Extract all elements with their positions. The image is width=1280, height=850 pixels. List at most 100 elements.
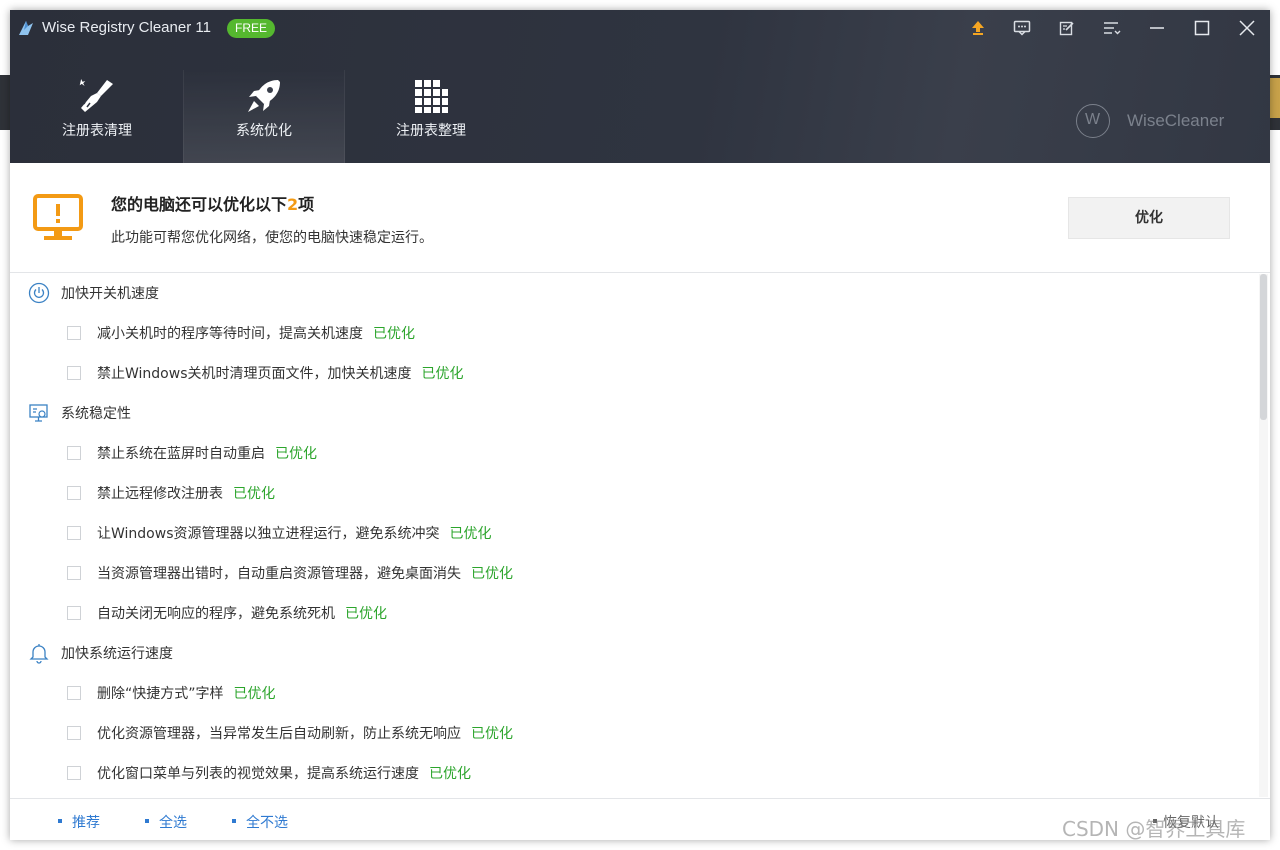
status-optimized: 已优化 (449, 526, 492, 542)
wisecleaner-brand: W WiseCleaner (1076, 102, 1236, 140)
item-text: 禁止系统在蓝屏时自动重启 已优化 (97, 443, 317, 463)
item-text: 让Windows资源管理器以独立进程运行，避免系统冲突 已优化 (97, 523, 492, 543)
status-optimized: 已优化 (471, 726, 513, 742)
item-label: 删除“快捷方式”字样 (97, 686, 224, 702)
recommend-link[interactable]: 推荐 (58, 812, 100, 832)
list-item[interactable]: 禁止远程修改注册表 已优化 (10, 473, 1250, 513)
status-optimized: 已优化 (345, 606, 387, 622)
optimization-list: 加快开关机速度 减小关机时的程序等待时间，提高关机速度 已优化 禁止Windows… (10, 273, 1258, 797)
item-text: 删除“快捷方式”字样 已优化 (97, 683, 276, 703)
item-text: 禁止远程修改注册表 已优化 (97, 483, 275, 503)
category-label: 加快系统运行速度 (61, 646, 173, 662)
list-scrollbar[interactable] (1259, 274, 1268, 797)
app-window: Wise Registry Cleaner 11 FREE 注册表清理 系统优化… (10, 10, 1270, 840)
item-label: 减小关机时的程序等待时间，提高关机速度 (97, 326, 363, 342)
select-all-link[interactable]: 全选 (145, 812, 187, 832)
item-checkbox[interactable] (67, 446, 81, 460)
app-title: Wise Registry Cleaner 11 (42, 19, 211, 36)
brand-letter: W (1085, 111, 1101, 128)
list-item[interactable]: 减小关机时的程序等待时间，提高关机速度 已优化 (10, 313, 1250, 353)
summary-title: 您的电脑还可以优化以下2项 (111, 191, 314, 215)
rocket-icon (248, 80, 280, 112)
tab-registry-defrag[interactable]: 注册表整理 (350, 70, 512, 163)
item-label: 禁止系统在蓝屏时自动重启 (97, 446, 265, 462)
feedback-icon[interactable] (1010, 16, 1034, 40)
item-label: 禁止远程修改注册表 (97, 486, 223, 502)
item-checkbox[interactable] (67, 526, 81, 540)
category-row: 加快开关机速度 (10, 273, 1250, 313)
list-item[interactable]: 禁止Windows关机时清理页面文件，加快关机速度 已优化 (10, 353, 1250, 393)
power-icon (28, 282, 50, 304)
free-badge: FREE (227, 19, 276, 38)
scrollbar-thumb[interactable] (1260, 274, 1267, 420)
item-text: 禁止Windows关机时清理页面文件，加快关机速度 已优化 (97, 363, 464, 383)
item-checkbox[interactable] (67, 326, 81, 340)
summary-panel: 您的电脑还可以优化以下2项 此功能可帮您优化网络，使您的电脑快速稳定运行。 优化 (10, 163, 1270, 273)
grid-blocks-icon (415, 80, 448, 113)
maximize-icon[interactable] (1190, 16, 1214, 40)
item-text: 自动关闭无响应的程序，避免系统死机 已优化 (97, 603, 387, 623)
item-label: 让Windows资源管理器以独立进程运行，避免系统冲突 (97, 526, 440, 542)
list-item[interactable]: 优化资源管理器，当异常发生后自动刷新，防止系统无响应 已优化 (10, 713, 1250, 753)
item-checkbox[interactable] (67, 606, 81, 620)
item-text: 优化窗口菜单与列表的视觉效果，提高系统运行速度 已优化 (97, 763, 471, 783)
item-checkbox[interactable] (67, 766, 81, 780)
status-optimized: 已优化 (233, 686, 276, 702)
category-label: 加快开关机速度 (61, 286, 159, 302)
status-optimized: 已优化 (373, 326, 415, 342)
summary-title-suffix: 项 (298, 195, 315, 214)
list-item[interactable]: 自动关闭无响应的程序，避免系统死机 已优化 (10, 593, 1250, 633)
item-label: 自动关闭无响应的程序，避免系统死机 (97, 606, 335, 622)
item-label: 禁止Windows关机时清理页面文件，加快关机速度 (97, 366, 412, 382)
item-label: 优化资源管理器，当异常发生后自动刷新，防止系统无响应 (97, 726, 461, 742)
upgrade-arrow-icon[interactable] (966, 16, 990, 40)
list-item[interactable]: 优化窗口菜单与列表的视觉效果，提高系统运行速度 已优化 (10, 753, 1250, 793)
category-row: 加快系统运行速度 (10, 633, 1250, 673)
tab-registry-clean[interactable]: 注册表清理 (16, 70, 178, 163)
item-text: 优化资源管理器，当异常发生后自动刷新，防止系统无响应 已优化 (97, 723, 513, 743)
warning-monitor-icon (33, 194, 83, 240)
select-none-link[interactable]: 全不选 (232, 812, 288, 832)
minimize-icon[interactable] (1145, 16, 1169, 40)
tab-system-optimize[interactable]: 系统优化 (183, 70, 345, 163)
item-label: 优化窗口菜单与列表的视觉效果，提高系统运行速度 (97, 766, 419, 782)
tab-registry-clean-label: 注册表清理 (62, 123, 132, 139)
tab-registry-defrag-label: 注册表整理 (396, 123, 466, 139)
list-item[interactable]: 删除“快捷方式”字样 已优化 (10, 673, 1250, 713)
item-text: 当资源管理器出错时，自动重启资源管理器，避免桌面消失 已优化 (97, 563, 513, 583)
bullet-icon (58, 819, 62, 823)
close-icon[interactable] (1235, 16, 1259, 40)
bullet-icon (145, 819, 149, 823)
status-optimized: 已优化 (429, 766, 471, 782)
category-label: 系统稳定性 (61, 406, 131, 422)
header: Wise Registry Cleaner 11 FREE 注册表清理 系统优化… (10, 10, 1270, 163)
item-text: 减小关机时的程序等待时间，提高关机速度 已优化 (97, 323, 415, 343)
system-monitor-icon (29, 404, 48, 422)
bell-icon (29, 644, 49, 664)
category-row: 系统稳定性 (10, 393, 1250, 433)
summary-count: 2 (287, 195, 299, 214)
watermark: CSDN @智界工具库 (1062, 817, 1246, 841)
app-logo-icon (19, 21, 33, 35)
select-all-label: 全选 (159, 815, 187, 831)
optimize-button[interactable]: 优化 (1068, 197, 1230, 239)
brand-name: WiseCleaner (1127, 111, 1225, 130)
status-optimized: 已优化 (471, 566, 513, 582)
status-optimized: 已优化 (275, 446, 317, 462)
bullet-icon (232, 819, 236, 823)
tab-system-optimize-label: 系统优化 (236, 123, 292, 139)
list-item[interactable]: 让Windows资源管理器以独立进程运行，避免系统冲突 已优化 (10, 513, 1250, 553)
select-none-label: 全不选 (246, 815, 288, 831)
summary-subtitle: 此功能可帮您优化网络，使您的电脑快速稳定运行。 (111, 230, 433, 246)
item-checkbox[interactable] (67, 566, 81, 580)
list-item[interactable]: 当资源管理器出错时，自动重启资源管理器，避免桌面消失 已优化 (10, 553, 1250, 593)
list-item[interactable]: 禁止系统在蓝屏时自动重启 已优化 (10, 433, 1250, 473)
item-checkbox[interactable] (67, 486, 81, 500)
menu-icon[interactable] (1100, 16, 1124, 40)
item-checkbox[interactable] (67, 366, 81, 380)
item-checkbox[interactable] (67, 686, 81, 700)
edit-icon[interactable] (1055, 16, 1079, 40)
item-checkbox[interactable] (67, 726, 81, 740)
broom-icon (79, 79, 113, 112)
item-label: 当资源管理器出错时，自动重启资源管理器，避免桌面消失 (97, 566, 461, 582)
